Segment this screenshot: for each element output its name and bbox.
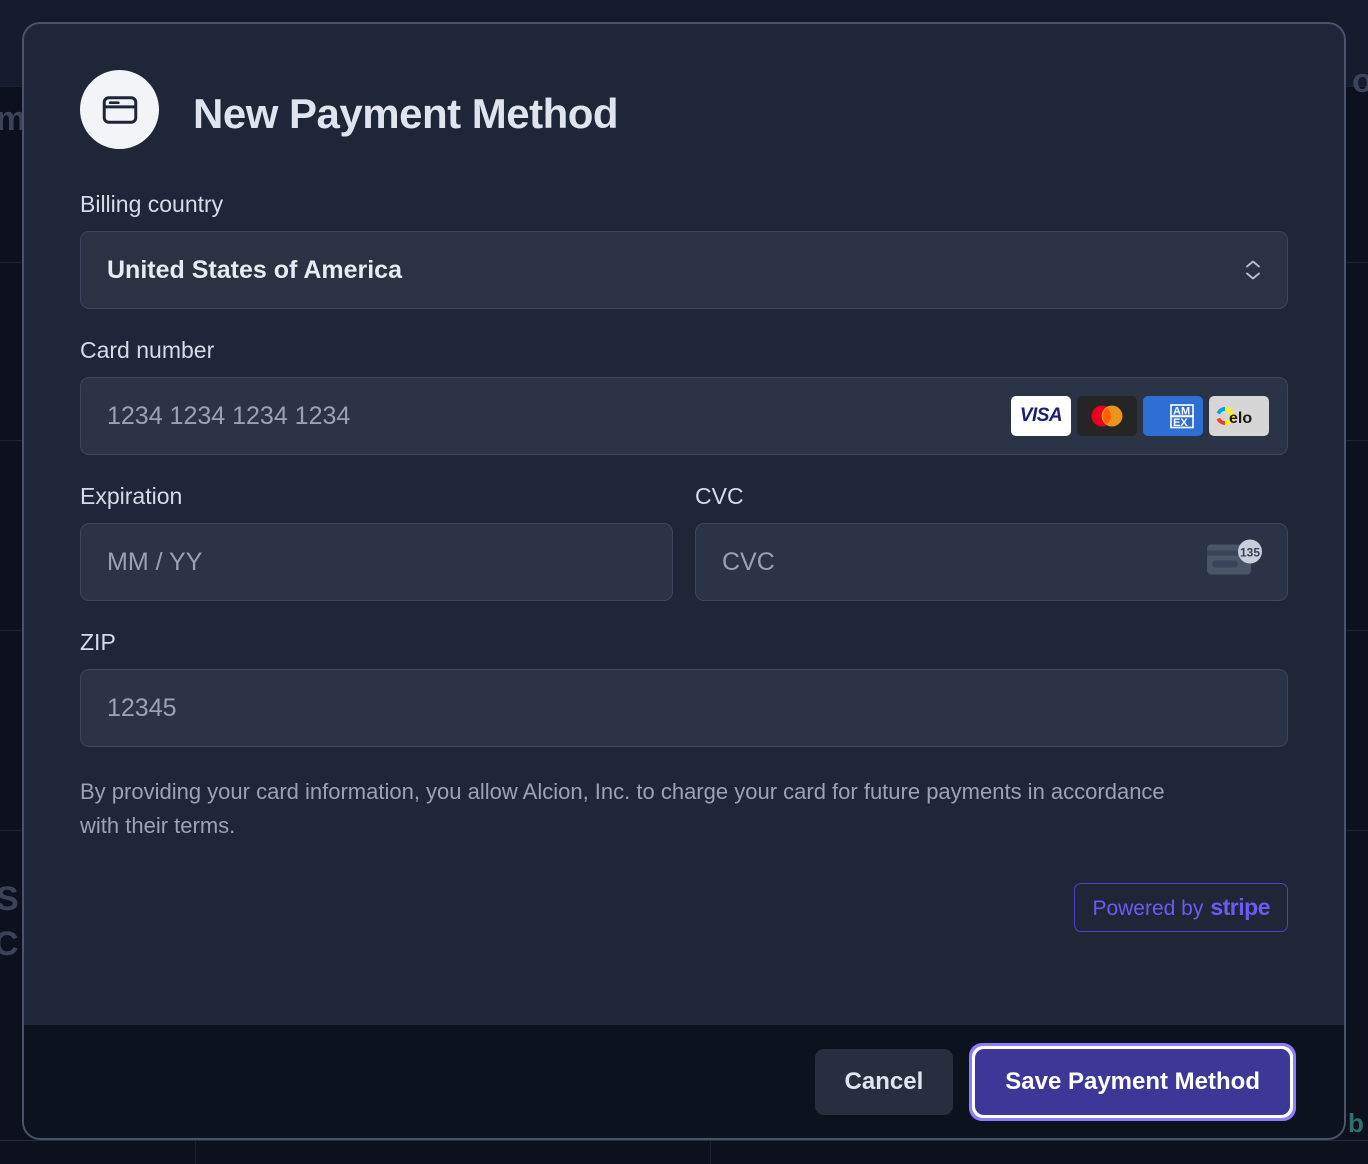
visa-logo: VISA <box>1011 396 1071 436</box>
payment-form: Billing country United States of America… <box>80 191 1288 933</box>
zip-field[interactable]: 12345 <box>80 669 1288 747</box>
billing-disclaimer: By providing your card information, you … <box>80 779 1165 839</box>
expiration-field[interactable]: MM / YY <box>80 523 673 601</box>
expiration-placeholder: MM / YY <box>107 547 203 576</box>
page-title: New Payment Method <box>193 90 619 137</box>
stripe-prefix: Powered by <box>1092 897 1204 921</box>
mastercard-logo <box>1077 396 1137 436</box>
bg-text-fragment: C <box>0 925 19 963</box>
cvc-card-icon: 135 <box>1205 539 1265 586</box>
credit-card-icon <box>80 70 159 149</box>
svg-text:EX: EX <box>1173 417 1188 429</box>
chevron-up-down-icon <box>1245 260 1261 281</box>
bg-text-fragment: o <box>1352 62 1368 100</box>
elo-logo: elo <box>1209 396 1269 436</box>
billing-country-select[interactable]: United States of America <box>80 231 1288 309</box>
dialog-body: New Payment Method Billing country Unite… <box>24 24 1344 1025</box>
expiration-cvc-row: Expiration MM / YY CVC CVC 135 <box>80 483 1288 629</box>
svg-text:elo: elo <box>1229 410 1252 427</box>
expiration-label: Expiration <box>80 483 183 509</box>
zip-label: ZIP <box>80 629 116 655</box>
billing-country-value: United States of America <box>107 255 402 284</box>
card-number-placeholder: 1234 1234 1234 1234 <box>107 401 351 430</box>
card-number-field[interactable]: 1234 1234 1234 1234 VISA AM EX elo <box>80 377 1288 455</box>
zip-placeholder: 12345 <box>107 693 177 722</box>
bg-text-fragment: b <box>1348 1108 1364 1138</box>
expiration-group: Expiration MM / YY <box>80 483 673 629</box>
cvc-group: CVC CVC 135 <box>695 483 1288 629</box>
cvc-field[interactable]: CVC 135 <box>695 523 1288 601</box>
dialog-header: New Payment Method <box>80 70 1288 149</box>
save-payment-method-button[interactable]: Save Payment Method <box>975 1048 1290 1115</box>
bg-column-divider <box>195 1141 196 1164</box>
cvc-label: CVC <box>695 483 744 509</box>
new-payment-method-dialog: New Payment Method Billing country Unite… <box>22 22 1346 1140</box>
stripe-wordmark: stripe <box>1210 894 1270 921</box>
save-button-focus-ring: Save Payment Method <box>969 1042 1296 1121</box>
bg-text-fragment: S <box>0 880 19 918</box>
card-number-label: Card number <box>80 337 215 363</box>
dialog-footer: Cancel Save Payment Method <box>24 1025 1344 1138</box>
powered-by-stripe-badge[interactable]: Powered by stripe <box>1074 883 1288 933</box>
accepted-card-brands: VISA AM EX elo <box>1011 396 1269 436</box>
bg-divider <box>0 1140 1368 1141</box>
stripe-attribution-row: Powered by stripe <box>80 883 1288 933</box>
billing-country-label: Billing country <box>80 191 224 217</box>
cvc-placeholder: CVC <box>722 547 775 576</box>
cancel-button[interactable]: Cancel <box>814 1048 954 1115</box>
amex-logo: AM EX <box>1143 396 1203 436</box>
bg-column-divider <box>710 1141 711 1164</box>
save-button-focus-ring-inner: Save Payment Method <box>972 1045 1293 1118</box>
svg-text:135: 135 <box>1240 546 1260 560</box>
